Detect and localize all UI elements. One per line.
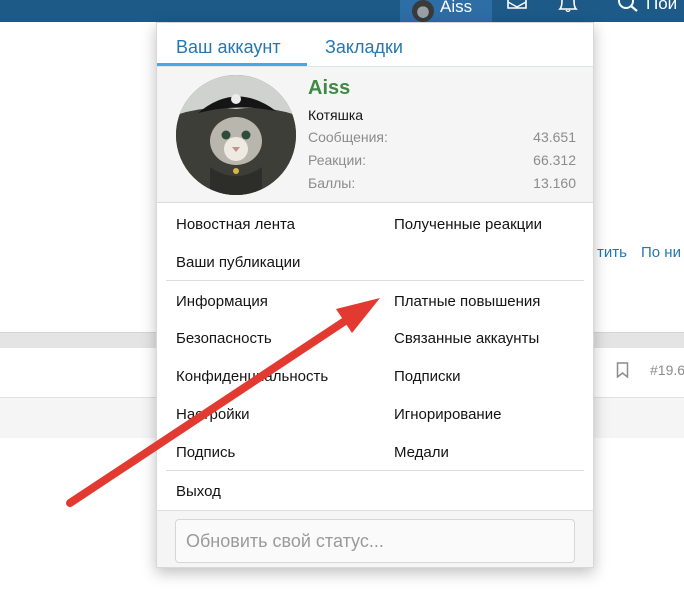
menu-item-news-feed[interactable]: Новостная лента [176, 216, 295, 233]
user-name[interactable]: Aiss [308, 77, 350, 100]
menu-item-security[interactable]: Безопасность [176, 330, 272, 347]
stat-reactions[interactable]: Реакции: 66.312 [308, 152, 576, 168]
post-number-link[interactable]: #19.6 [650, 362, 684, 378]
menu-item-logout[interactable]: Выход [176, 483, 221, 500]
menu-item-medals[interactable]: Медали [394, 444, 449, 461]
menu-item-following[interactable]: Подписки [394, 368, 461, 385]
nav-user-name: Aiss [440, 0, 473, 16]
profile-summary: Aiss Котяшка Сообщения: 43.651 Реакции: … [157, 67, 593, 203]
bookmark-icon[interactable] [616, 362, 629, 379]
stat-messages[interactable]: Сообщения: 43.651 [308, 129, 576, 145]
menu-item-connected-accounts[interactable]: Связанные аккаунты [394, 330, 539, 347]
menu-item-info[interactable]: Информация [176, 293, 268, 310]
stat-label: Сообщения: [308, 129, 388, 145]
menu-separator [166, 280, 584, 281]
menu-tabs: Ваш аккаунт Закладки [157, 23, 593, 67]
bell-icon[interactable] [558, 0, 578, 13]
menu-item-privacy[interactable]: Конфиденциальность [176, 368, 328, 385]
menu-separator [166, 470, 584, 471]
nav-user-button[interactable]: Aiss [400, 0, 492, 22]
stat-value: 66.312 [533, 152, 576, 168]
tab-bookmarks[interactable]: Закладки [325, 37, 403, 58]
tab-your-account[interactable]: Ваш аккаунт [176, 37, 281, 58]
stat-value: 13.160 [533, 175, 576, 191]
background-link-2[interactable]: По ни [641, 244, 681, 261]
stat-value: 43.651 [533, 129, 576, 145]
stat-label: Баллы: [308, 175, 356, 191]
nav-search-label[interactable]: Пои [646, 0, 677, 14]
status-input[interactable] [175, 519, 575, 563]
menu-item-settings[interactable]: Настройки [176, 406, 250, 423]
menu-item-ignoring[interactable]: Игнорирование [394, 406, 501, 423]
menu-item-signature[interactable]: Подпись [176, 444, 235, 461]
menu-item-received-reactions[interactable]: Полученные реакции [394, 216, 542, 233]
menu-item-paid-upgrades[interactable]: Платные повышения [394, 293, 540, 310]
status-update-area [157, 510, 593, 567]
user-title: Котяшка [308, 107, 364, 123]
search-icon[interactable] [618, 0, 640, 13]
user-avatar[interactable] [176, 75, 296, 195]
account-menu: Ваш аккаунт Закладки Aiss Котяшка Сообще… [156, 22, 594, 568]
nav-avatar [412, 0, 434, 22]
top-navbar: Aiss Пои [0, 0, 684, 22]
menu-item-your-posts[interactable]: Ваши публикации [176, 254, 300, 271]
active-tab-indicator [157, 63, 307, 66]
stat-points[interactable]: Баллы: 13.160 [308, 175, 576, 191]
stat-label: Реакции: [308, 152, 366, 168]
background-link-1[interactable]: тить [597, 244, 627, 261]
envelope-icon[interactable] [507, 0, 527, 11]
